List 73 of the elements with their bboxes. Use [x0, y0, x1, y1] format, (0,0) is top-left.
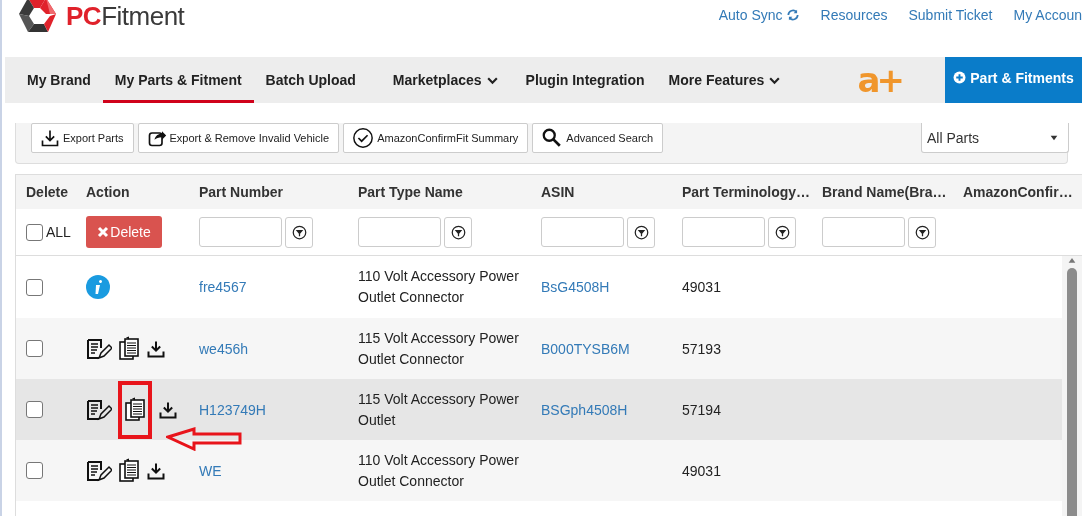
part-type-text: 115 Volt Accessory Power Outlet — [358, 389, 520, 430]
filter-icon — [633, 224, 649, 240]
header-link[interactable]: Auto Sync — [718, 7, 800, 23]
nav-tab[interactable]: My Brand — [15, 57, 103, 103]
check-circle-icon — [352, 127, 375, 149]
parts-select[interactable]: All Parts — [921, 123, 1069, 153]
nav-tab[interactable]: My Parts & Fitment — [102, 57, 254, 103]
delete-button[interactable]: Delete — [86, 216, 162, 248]
terminology-text: 57194 — [682, 401, 721, 418]
filter-field[interactable] — [541, 217, 624, 247]
row-checkbox[interactable] — [26, 340, 43, 357]
select-all-checkbox[interactable] — [26, 223, 43, 241]
filter-field[interactable] — [682, 217, 765, 247]
asin-link[interactable]: BSGph4508H — [541, 401, 628, 418]
filter-button[interactable] — [768, 216, 796, 248]
part-number-link[interactable]: H123749H — [199, 401, 266, 418]
row-checkbox[interactable] — [26, 462, 43, 479]
refresh-icon — [785, 8, 800, 22]
filter-field[interactable] — [822, 217, 905, 247]
asin-link[interactable]: B000TYSB6M — [541, 340, 630, 357]
column-header[interactable]: Brand Name(Bra… — [822, 184, 947, 200]
filter-icon — [914, 224, 930, 240]
copy-icon — [118, 457, 140, 484]
column-header[interactable]: AmazonConfir… — [963, 184, 1073, 200]
column-header[interactable]: ASIN — [541, 184, 575, 200]
column-header[interactable]: Part Number — [199, 184, 284, 200]
part-number-link[interactable]: we456h — [199, 340, 249, 357]
part-type-text: 110 Volt Accessory Power Outlet Connector — [358, 267, 520, 307]
filter-button[interactable] — [627, 216, 655, 248]
nav-tab[interactable]: Marketplaces — [380, 57, 511, 103]
scrollbar[interactable] — [1062, 256, 1082, 516]
part-number-link[interactable]: WE — [199, 462, 222, 479]
terminology-text: 49031 — [682, 462, 721, 479]
row-checkbox[interactable] — [26, 401, 43, 418]
checkbox-label: ALL — [46, 224, 71, 240]
filter-icon — [774, 224, 790, 240]
nav-tab[interactable]: More Features — [656, 57, 794, 103]
copy-icon — [124, 396, 146, 423]
header-link[interactable]: My Accoun — [1013, 7, 1082, 23]
part-type-text: 115 Volt Accessory Power Outlet Connector — [358, 328, 520, 369]
filter-field[interactable] — [199, 217, 282, 247]
plus-circle-icon — [953, 71, 967, 84]
toolbar-button[interactable]: Export Parts — [31, 123, 134, 153]
copy-icon — [118, 335, 140, 362]
nav-tab[interactable]: Batch Upload — [253, 57, 368, 103]
terminology-text: 57193 — [682, 340, 721, 357]
part-type-text: 110 Volt Accessory Power Outlet Connector — [358, 450, 520, 491]
filter-button[interactable] — [908, 216, 936, 248]
filter-icon — [291, 224, 307, 240]
column-header[interactable]: Delete — [26, 184, 69, 200]
download-icon — [40, 128, 60, 148]
asin-link[interactable]: BsG4508H — [541, 279, 610, 295]
filter-button[interactable] — [444, 216, 472, 248]
header-link[interactable]: Resources — [820, 7, 888, 23]
caret-icon — [1050, 133, 1058, 142]
filter-field[interactable] — [358, 217, 441, 247]
toolbar-button[interactable]: Advanced Search — [532, 123, 664, 153]
filter-button[interactable] — [285, 216, 313, 248]
filter-icon — [450, 224, 466, 240]
add-part-button[interactable]: Part & Fitments — [945, 57, 1082, 103]
part-number-link[interactable]: fre4567 — [199, 279, 247, 295]
column-header[interactable]: Part Type Name — [358, 184, 463, 200]
terminology-text: 49031 — [682, 279, 721, 295]
column-header[interactable]: Action — [86, 184, 130, 200]
nav-tab[interactable]: Plugin Integration — [513, 57, 657, 103]
column-header[interactable]: Part Terminology… — [682, 184, 811, 200]
info-icon[interactable] — [86, 275, 110, 299]
toolbar-button[interactable]: Export & Remove Invalid Vehicle — [137, 123, 340, 153]
header-link[interactable]: Submit Ticket — [908, 7, 993, 23]
row-checkbox[interactable] — [26, 278, 43, 296]
brand-name: PCFitment — [66, 0, 185, 33]
close-icon — [97, 226, 110, 238]
toolbar-button[interactable]: AmazonConfirmFit Summary — [343, 123, 529, 153]
